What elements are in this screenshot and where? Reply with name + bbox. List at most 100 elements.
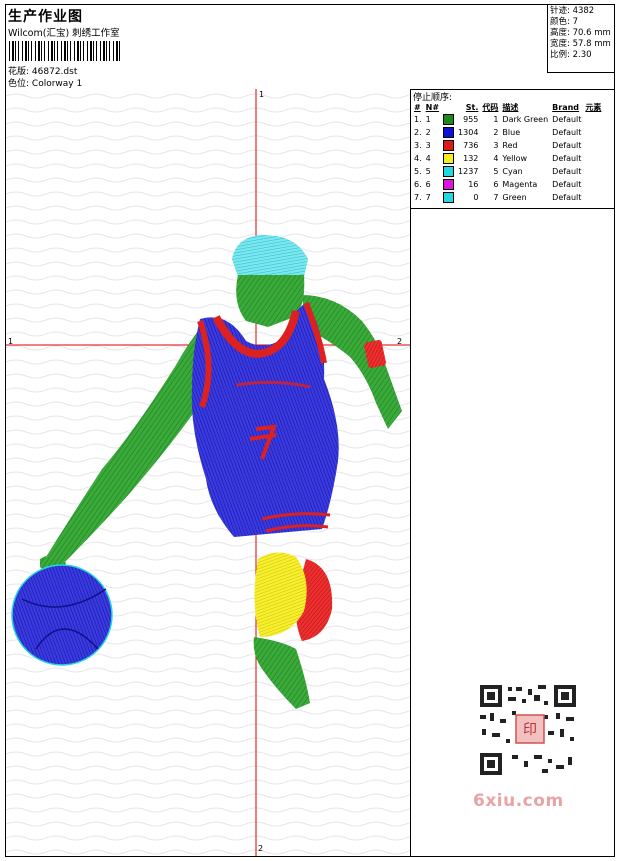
row-needle: 1 bbox=[425, 115, 431, 124]
row-brand: Default bbox=[552, 115, 582, 124]
row-swatch bbox=[441, 152, 456, 165]
row-element bbox=[583, 113, 603, 126]
row-stitches: 16 bbox=[468, 180, 479, 189]
color-swatch bbox=[443, 114, 455, 125]
page-title: 生产作业图 bbox=[8, 9, 83, 25]
col-swatch bbox=[441, 101, 456, 113]
row-needle: 3 bbox=[425, 141, 431, 150]
stats-box: 针迹: 4382 颜色: 7 高度: 70.6 mm 宽度: 57.8 mm 比… bbox=[547, 5, 614, 73]
row-code: 1 bbox=[493, 115, 499, 124]
row-stitches: 0 bbox=[473, 193, 479, 202]
stat-width: 宽度: 57.8 mm bbox=[550, 39, 611, 49]
thread-row: 5. 5 1237 5 Cyan Default bbox=[412, 165, 603, 178]
row-index: 7. bbox=[414, 193, 422, 202]
production-sheet: 生产作业图 Wilcom(汇宝) 刺绣工作室 花版: 46872.dst 色位:… bbox=[5, 4, 615, 857]
row-brand: Default bbox=[552, 128, 582, 137]
row-code: 2 bbox=[493, 128, 499, 137]
studio-name: Wilcom(汇宝) 刺绣工作室 bbox=[8, 28, 120, 39]
axis-mark-left: 1 bbox=[8, 337, 14, 346]
design-preview-canvas: 1 1 2 2 bbox=[6, 89, 410, 856]
row-stitches: 736 bbox=[463, 141, 479, 150]
barcode bbox=[9, 41, 121, 61]
thread-row: 2. 2 1304 2 Blue Default bbox=[412, 126, 603, 139]
row-element bbox=[583, 126, 603, 139]
seal-text: 印 bbox=[523, 722, 537, 738]
row-needle: 5 bbox=[425, 167, 431, 176]
thread-row: 4. 4 132 4 Yellow Default bbox=[412, 152, 603, 165]
watermark-brand: 6xiu.com bbox=[473, 791, 564, 811]
row-code: 5 bbox=[493, 167, 499, 176]
embroidery-preview bbox=[6, 89, 410, 856]
stat-scale: 比例: 2.30 bbox=[550, 50, 592, 60]
row-brand: Default bbox=[552, 141, 582, 150]
table-divider bbox=[411, 208, 614, 209]
row-needle: 6 bbox=[425, 180, 431, 189]
col-needle: N# bbox=[425, 102, 440, 112]
colorway-row: 色位: Colorway 1 bbox=[8, 76, 82, 89]
color-swatch bbox=[443, 192, 455, 203]
color-swatch bbox=[443, 153, 455, 164]
axis-mark-right: 2 bbox=[397, 337, 403, 346]
row-description: Yellow bbox=[502, 154, 528, 163]
row-needle: 2 bbox=[425, 128, 431, 137]
row-swatch bbox=[441, 126, 456, 139]
row-index: 6. bbox=[414, 180, 422, 189]
row-stitches: 1304 bbox=[458, 128, 479, 137]
stat-height: 高度: 70.6 mm bbox=[550, 28, 611, 38]
col-code: 代码 bbox=[482, 102, 499, 112]
thread-row: 3. 3 736 3 Red Default bbox=[412, 139, 603, 152]
row-description: Red bbox=[502, 141, 518, 150]
axis-mark-bottom: 2 bbox=[258, 844, 264, 853]
row-swatch bbox=[441, 165, 456, 178]
row-description: Dark Green bbox=[502, 115, 549, 124]
row-description: Cyan bbox=[502, 167, 523, 176]
row-stitches: 1237 bbox=[458, 167, 479, 176]
thread-row: 1. 1 955 1 Dark Green Default bbox=[412, 113, 603, 126]
row-index: 3. bbox=[414, 141, 422, 150]
row-code: 4 bbox=[493, 154, 499, 163]
color-swatch bbox=[443, 127, 455, 138]
row-stitches: 955 bbox=[463, 115, 479, 124]
row-needle: 7 bbox=[425, 193, 431, 202]
color-swatch bbox=[443, 166, 455, 177]
row-brand: Default bbox=[552, 167, 582, 176]
color-swatch bbox=[443, 140, 455, 151]
row-code: 7 bbox=[493, 193, 499, 202]
stat-colors: 颜色: 7 bbox=[550, 17, 578, 27]
row-element bbox=[583, 191, 603, 204]
row-needle: 4 bbox=[425, 154, 431, 163]
col-element: 元素 bbox=[585, 102, 602, 112]
row-swatch bbox=[441, 139, 456, 152]
col-stitches: St. bbox=[465, 102, 479, 112]
stop-sequence-panel: 停止顺序: # N# St. 代码 描述 Brand 元素 1. 1 955 1 Dar… bbox=[410, 89, 615, 856]
row-description: Green bbox=[502, 193, 527, 202]
row-index: 4. bbox=[414, 154, 422, 163]
sheet-header: 生产作业图 Wilcom(汇宝) 刺绣工作室 花版: 46872.dst 色位:… bbox=[6, 5, 614, 90]
stat-stitches: 针迹: 4382 bbox=[550, 6, 595, 16]
row-stitches: 132 bbox=[463, 154, 479, 163]
row-index: 1. bbox=[414, 115, 422, 124]
row-swatch bbox=[441, 178, 456, 191]
thread-table: # N# St. 代码 描述 Brand 元素 1. 1 955 1 Dark Gree… bbox=[412, 101, 603, 204]
row-code: 6 bbox=[493, 180, 499, 189]
color-swatch bbox=[443, 179, 455, 190]
row-element bbox=[583, 139, 603, 152]
thread-table-header: # N# St. 代码 描述 Brand 元素 bbox=[412, 101, 603, 113]
qr-code: 印 bbox=[472, 681, 584, 781]
col-description: 描述 bbox=[502, 102, 519, 112]
row-element bbox=[583, 165, 603, 178]
col-index: # bbox=[414, 102, 421, 112]
row-index: 5. bbox=[414, 167, 422, 176]
row-description: Magenta bbox=[502, 180, 538, 189]
row-element bbox=[583, 178, 603, 191]
row-code: 3 bbox=[493, 141, 499, 150]
row-brand: Default bbox=[552, 154, 582, 163]
row-index: 2. bbox=[414, 128, 422, 137]
row-description: Blue bbox=[502, 128, 521, 137]
row-brand: Default bbox=[552, 180, 582, 189]
col-brand: Brand bbox=[552, 102, 580, 112]
row-swatch bbox=[441, 113, 456, 126]
colorway-label: 色位: bbox=[8, 79, 30, 89]
axis-mark-top: 1 bbox=[259, 90, 265, 99]
row-element bbox=[583, 152, 603, 165]
